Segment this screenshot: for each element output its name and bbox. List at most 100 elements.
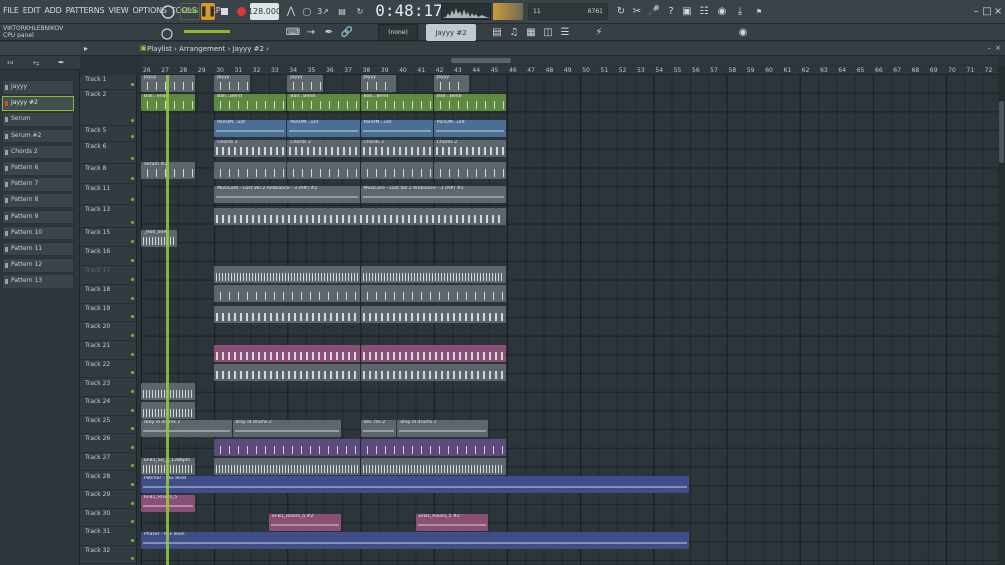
menu-edit[interactable]: EDIT <box>23 6 41 15</box>
playlist-clip[interactable] <box>360 345 506 362</box>
pen-icon[interactable]: ✒ <box>58 58 65 67</box>
scroll-thumb[interactable] <box>451 58 511 63</box>
playlist-clip[interactable]: Ball...Bend <box>433 94 506 111</box>
piano-roll-icon[interactable]: ♫ <box>507 24 521 41</box>
arrow-right-icon[interactable]: → <box>304 24 318 41</box>
breadcrumb-arrangement[interactable]: Arrangement <box>179 45 225 53</box>
download-icon[interactable]: ⤓ <box>733 3 747 20</box>
playlist-clip[interactable]: droy id drums 2 <box>141 420 232 437</box>
playlist-clip[interactable]: Ball...Bend <box>360 94 433 111</box>
playlist-clip[interactable] <box>214 208 506 225</box>
track-status-led[interactable] <box>131 259 134 263</box>
track-header[interactable]: Track 24 <box>80 397 137 416</box>
playlist-clip[interactable] <box>214 162 287 179</box>
track-status-led[interactable] <box>131 464 134 468</box>
track-header[interactable]: Track 22 <box>80 360 137 379</box>
track-status-led[interactable] <box>131 296 134 300</box>
metronome-icon[interactable]: ⋀ <box>284 3 298 20</box>
playlist-clip[interactable]: PanOM...unt <box>360 120 433 137</box>
track-header[interactable]: Track 2 <box>80 90 137 126</box>
track-header[interactable]: Track 28 <box>80 472 137 491</box>
vertical-scrollbar[interactable] <box>998 66 1005 565</box>
playlist-clip[interactable]: _R60_009 <box>141 230 177 247</box>
playlist-clip[interactable] <box>214 439 360 456</box>
link-icon[interactable]: 🔗 <box>340 24 354 41</box>
playlist-clip[interactable]: Chords 2 <box>360 140 433 157</box>
track-status-led[interactable] <box>131 197 134 201</box>
playlist-clip[interactable] <box>360 266 506 283</box>
playlist-clip[interactable]: Patcher - Mix level <box>141 476 689 493</box>
time-display[interactable]: 0:48:17 <box>375 1 442 20</box>
playlist-clip[interactable]: EFB1_Risers_5 #2 <box>415 514 488 531</box>
track-header[interactable]: Track 20 <box>80 322 137 341</box>
playlist-clip[interactable]: droy id drums 2 <box>232 420 342 437</box>
track-header[interactable]: Track 23 <box>80 379 137 398</box>
playlist-clip[interactable]: Ball...Bend <box>214 94 287 111</box>
playlist-clip[interactable]: dro..ms 2 <box>360 420 397 437</box>
playlist-clip[interactable]: PanOM...unt <box>214 120 287 137</box>
pattern-item[interactable]: Jayyy <box>2 80 74 95</box>
playlist-clip[interactable] <box>214 285 360 302</box>
arrangement-grid[interactable]: Jayyy Jayyy Jayyy Jayyy Jayyy Ball...ends Ball… <box>141 75 998 565</box>
countdown-icon[interactable]: 3↗ <box>316 3 330 20</box>
close-icon[interactable]: × <box>994 3 1002 20</box>
track-header[interactable]: Track 21 <box>80 341 137 360</box>
playlist-clip[interactable] <box>214 266 360 283</box>
wait-input-icon[interactable]: ◯ <box>300 3 314 20</box>
track-header[interactable]: Track 18 <box>80 285 137 304</box>
pattern-item[interactable]: Serum #2 <box>2 128 74 144</box>
pause-icon[interactable]: ❚❚ <box>200 3 216 20</box>
track-status-led[interactable] <box>131 408 134 412</box>
microphone-icon[interactable]: 🎤 <box>647 3 661 20</box>
track-status-led[interactable] <box>131 501 134 505</box>
menu-patterns[interactable]: PATTERNS <box>66 6 105 15</box>
playlist-clip[interactable] <box>360 285 506 302</box>
tempo-display[interactable]: 128.000 <box>248 3 281 20</box>
pattern-item[interactable]: Pattern 10 <box>2 225 74 241</box>
mixer-icon[interactable]: ☷ <box>697 3 711 20</box>
track-header[interactable]: Track 5 <box>80 126 137 143</box>
track-status-led[interactable] <box>131 538 134 542</box>
pattern-item[interactable]: Jayyy #2 <box>2 96 74 111</box>
playlist-clip[interactable] <box>287 162 360 179</box>
snap-select[interactable]: (none) <box>378 24 418 41</box>
pattern-item[interactable]: Pattern 8 <box>2 193 74 208</box>
minimize-icon[interactable]: – <box>988 44 992 52</box>
pattern-selector[interactable]: Jayyy #2 <box>426 24 476 41</box>
globe-icon[interactable]: ◉ <box>736 24 750 41</box>
track-status-led[interactable] <box>131 315 134 319</box>
track-status-led[interactable] <box>131 483 134 487</box>
brush-icon[interactable]: ✒ <box>322 24 336 41</box>
track-status-led[interactable] <box>131 371 134 375</box>
pattern-item[interactable]: Pattern 13 <box>2 274 74 289</box>
playlist-clip[interactable]: MusiCore - Lost Vol 2 Ambiance - 3 (A#) … <box>360 186 506 203</box>
scroll-thumb[interactable] <box>999 101 1004 163</box>
track-header[interactable]: Track 25 <box>80 416 137 435</box>
track-header[interactable]: Track 13 <box>80 205 137 228</box>
pattern-item[interactable]: Pattern 12 <box>2 258 74 273</box>
track-header[interactable]: Track 19 <box>80 304 137 323</box>
track-header[interactable]: Track 16 <box>80 247 137 267</box>
track-status-led[interactable] <box>131 427 134 431</box>
playhead[interactable] <box>166 75 169 565</box>
track-header[interactable]: Track 11 <box>80 184 137 205</box>
track-status-led[interactable] <box>131 278 134 282</box>
breadcrumb-playlist[interactable]: Playlist <box>147 45 172 53</box>
track-header[interactable]: Track 6 <box>80 142 137 164</box>
record-icon[interactable] <box>234 3 248 20</box>
playlist-clip[interactable] <box>214 306 360 323</box>
track-status-led[interactable] <box>131 177 134 180</box>
playlist-clip[interactable] <box>214 345 360 362</box>
chat-icon[interactable]: ◉ <box>715 3 729 20</box>
master-volume-knob[interactable] <box>160 3 176 20</box>
track-header[interactable]: Track 30 <box>80 509 137 528</box>
track-status-led[interactable] <box>131 520 134 524</box>
pattern-item[interactable]: Chords 2 <box>2 144 74 160</box>
timeline-ruler[interactable]: 26 27 28 29 30 31 32 33 34 35 36 37 38 39 40 41 42 43 44 45… <box>141 66 1005 75</box>
track-status-led[interactable] <box>131 156 134 160</box>
close-icon[interactable]: × <box>995 44 1001 52</box>
playlist-clip[interactable] <box>360 364 506 381</box>
refresh-icon[interactable]: ↻ <box>614 3 628 20</box>
maximize-icon[interactable]: □ <box>982 3 991 20</box>
horizontal-scrollbar[interactable] <box>141 56 998 65</box>
